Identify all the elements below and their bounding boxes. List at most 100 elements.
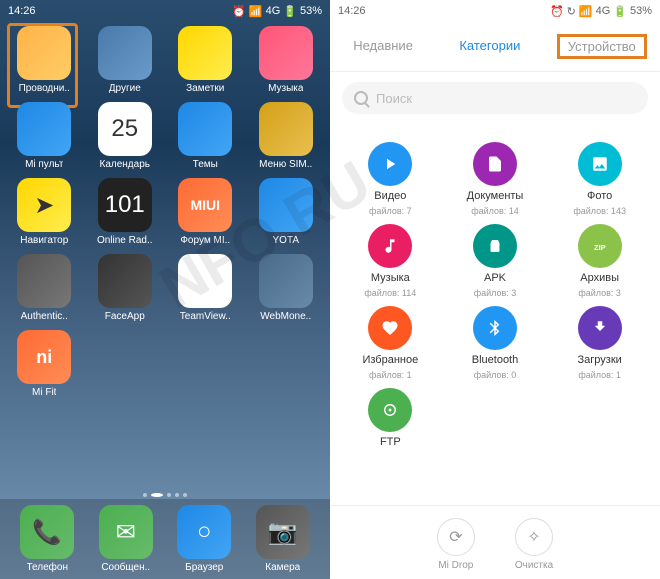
- sync-icon: ↻: [567, 5, 576, 18]
- tab-categories[interactable]: Категории: [449, 34, 530, 59]
- app-icon: 📷: [256, 505, 310, 559]
- page-indicator: [143, 493, 187, 497]
- app-icon: [98, 254, 152, 308]
- category-Избранное[interactable]: Избранное файлов: 1: [338, 306, 443, 380]
- category-label: Bluetooth: [472, 354, 518, 366]
- app-label: Меню SIM..: [259, 159, 312, 170]
- category-label: Музыка: [371, 272, 410, 284]
- home-screen: 14:26 ⏰ 📶 4G 🔋 53% Проводни..ДругиеЗамет…: [0, 0, 330, 579]
- battery-icon: 🔋: [613, 5, 627, 18]
- app-Authentic..[interactable]: Authentic..: [8, 254, 81, 322]
- dock-Сообщен..[interactable]: ✉Сообщен..: [99, 505, 153, 573]
- clock: 14:26: [8, 5, 36, 17]
- battery-pct: 53%: [630, 5, 652, 17]
- category-count: файлов: 3: [578, 288, 621, 298]
- category-count: файлов: 3: [474, 288, 517, 298]
- category-Загрузки[interactable]: Загрузки файлов: 1: [547, 306, 652, 380]
- app-Mi пульт[interactable]: Mi пульт: [8, 102, 81, 170]
- app-icon: [17, 254, 71, 308]
- category-Bluetooth[interactable]: Bluetoothфайлов: 0: [443, 306, 548, 380]
- status-icons: ⏰ ↻ 📶 4G 🔋 53%: [550, 5, 652, 18]
- clean-label: Очистка: [515, 560, 553, 571]
- app-icon: [98, 26, 152, 80]
- app-label: Камера: [265, 562, 300, 573]
- net-label: 4G: [596, 5, 611, 17]
- app-icon: ○: [177, 505, 231, 559]
- signal-icon: 📶: [249, 5, 263, 18]
- category-icon: ZIP: [578, 224, 622, 268]
- category-icon: [368, 224, 412, 268]
- category-label: Избранное: [362, 354, 418, 366]
- app-label: Authentic..: [21, 311, 68, 322]
- app-Темы[interactable]: Темы: [169, 102, 242, 170]
- category-Архивы[interactable]: ZIP Архивы файлов: 3: [547, 224, 652, 298]
- category-Музыка[interactable]: Музыкафайлов: 114: [338, 224, 443, 298]
- midrop-action[interactable]: ⟳ Mi Drop: [437, 518, 475, 571]
- app-icon: [259, 26, 313, 80]
- search-placeholder: Поиск: [376, 91, 412, 106]
- category-Фото[interactable]: Фотофайлов: 143: [547, 142, 652, 216]
- category-count: файлов: 143: [573, 206, 626, 216]
- category-count: файлов: 14: [471, 206, 519, 216]
- app-Другие[interactable]: Другие: [89, 26, 162, 94]
- dock-Камера[interactable]: 📷 Камера: [256, 505, 310, 573]
- app-YOTA[interactable]: YOTA: [250, 178, 323, 246]
- category-label: Архивы: [580, 272, 619, 284]
- app-icon: 📞: [20, 505, 74, 559]
- category-icon: [473, 306, 517, 350]
- category-icon: [578, 306, 622, 350]
- app-Mi Fit[interactable]: niMi Fit: [8, 330, 81, 398]
- category-count: файлов: 1: [369, 370, 412, 380]
- app-FaceApp[interactable]: FaceApp: [89, 254, 162, 322]
- clean-action[interactable]: ✧ Очистка: [515, 518, 553, 571]
- dock-Телефон[interactable]: 📞Телефон: [20, 505, 74, 573]
- bottom-actions: ⟳ Mi Drop ✧ Очистка: [330, 505, 660, 571]
- category-FTP[interactable]: FTP: [338, 388, 443, 452]
- category-Видео[interactable]: Видео файлов: 7: [338, 142, 443, 216]
- app-Заметки[interactable]: Заметки: [169, 26, 242, 94]
- midrop-icon: ⟳: [437, 518, 475, 556]
- search-bar[interactable]: Поиск: [342, 82, 648, 114]
- category-Документы[interactable]: Документы файлов: 14: [443, 142, 548, 216]
- app-Музыка[interactable]: Музыка: [250, 26, 323, 94]
- app-Навигатор[interactable]: ➤Навигатор: [8, 178, 81, 246]
- tabs: Недавние Категории Устройство: [330, 22, 660, 72]
- category-label: Документы: [467, 190, 524, 202]
- category-label: Загрузки: [578, 354, 622, 366]
- tab-recent[interactable]: Недавние: [343, 34, 423, 59]
- app-label: Темы: [193, 159, 218, 170]
- dock-Браузер[interactable]: ○Браузер: [177, 505, 231, 573]
- category-label: APK: [484, 272, 506, 284]
- app-icon: 101: [98, 178, 152, 232]
- svg-text:ZIP: ZIP: [594, 243, 606, 252]
- category-APK[interactable]: APK файлов: 3: [443, 224, 548, 298]
- category-count: файлов: 7: [369, 206, 412, 216]
- alarm-icon: ⏰: [232, 5, 246, 18]
- app-grid: Проводни..ДругиеЗаметкиМузыкаMi пульт25К…: [0, 22, 330, 402]
- signal-icon: 📶: [579, 5, 593, 18]
- app-icon: ➤: [17, 178, 71, 232]
- app-label: Online Rad..: [97, 235, 153, 246]
- clean-icon: ✧: [515, 518, 553, 556]
- app-label: Другие: [109, 83, 141, 94]
- category-count: файлов: 1: [578, 370, 621, 380]
- category-icon: [578, 142, 622, 186]
- app-TeamView..[interactable]: ↔TeamView..: [169, 254, 242, 322]
- net-label: 4G: [266, 5, 281, 17]
- app-icon: [259, 254, 313, 308]
- category-icon: [368, 388, 412, 432]
- app-WebMone..[interactable]: WebMone..: [250, 254, 323, 322]
- app-icon: [17, 26, 71, 80]
- app-label: Mi Fit: [32, 387, 56, 398]
- category-grid: Видео файлов: 7 Документы файлов: 14 Фотофай…: [330, 124, 660, 470]
- category-icon: [473, 142, 517, 186]
- app-Меню SIM..[interactable]: Меню SIM..: [250, 102, 323, 170]
- battery-pct: 53%: [300, 5, 322, 17]
- tab-device[interactable]: Устройство: [557, 34, 647, 59]
- status-bar-left: 14:26 ⏰ 📶 4G 🔋 53%: [0, 0, 330, 22]
- app-Форум MI..[interactable]: MIUIФорум MI..: [169, 178, 242, 246]
- app-Online Rad..[interactable]: 101 Online Rad..: [89, 178, 162, 246]
- category-label: Видео: [374, 190, 406, 202]
- app-Календарь[interactable]: 25Календарь: [89, 102, 162, 170]
- app-label: Сообщен..: [101, 562, 150, 573]
